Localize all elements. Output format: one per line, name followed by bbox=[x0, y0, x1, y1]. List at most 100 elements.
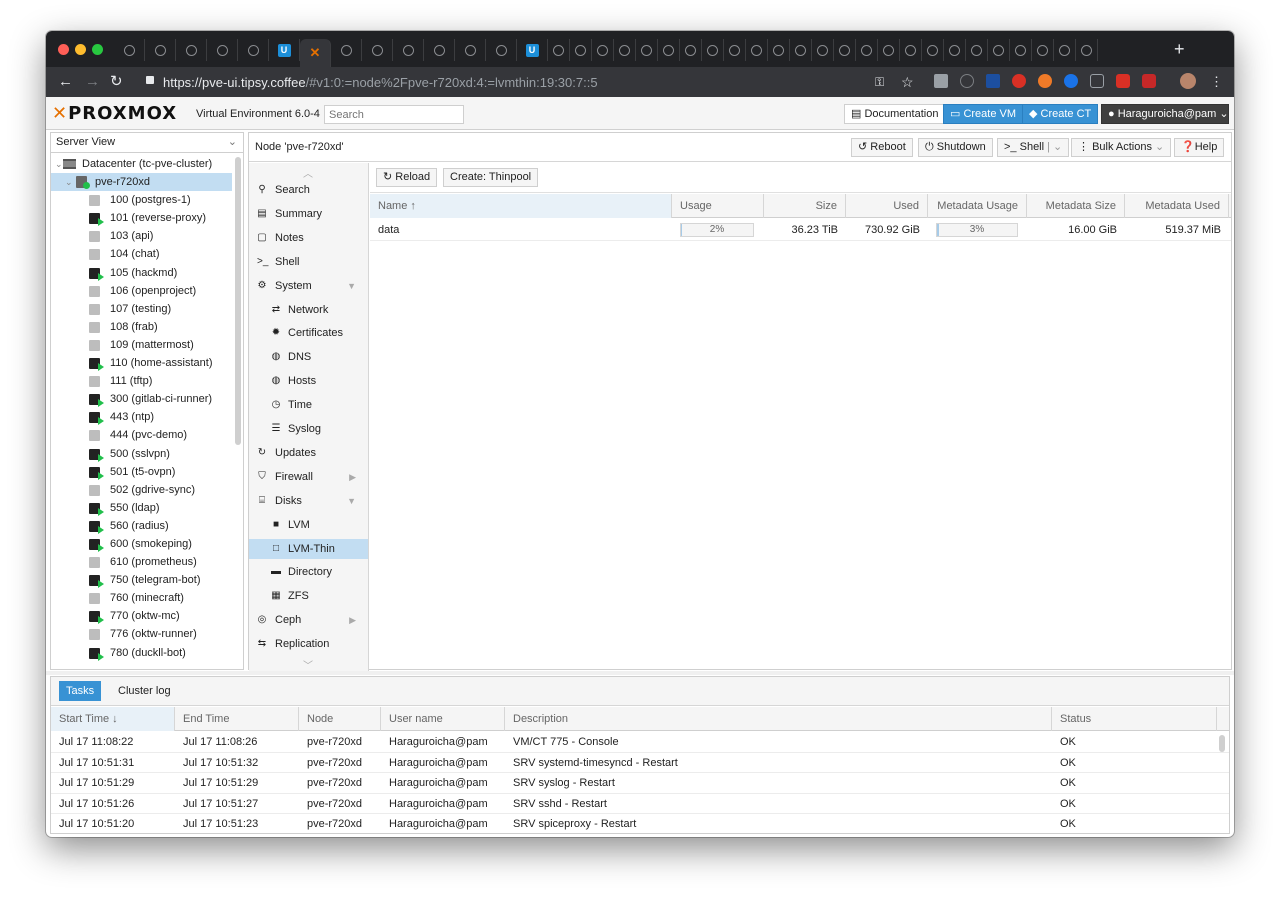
browser-tab[interactable] bbox=[614, 39, 636, 61]
browser-tab[interactable] bbox=[1076, 39, 1098, 61]
browser-tab[interactable] bbox=[944, 39, 966, 61]
browser-tab[interactable] bbox=[636, 39, 658, 61]
tab-cluster-log[interactable]: Cluster log bbox=[111, 681, 178, 701]
browser-tab[interactable] bbox=[768, 39, 790, 61]
browser-tab[interactable] bbox=[238, 39, 269, 61]
tree-guest[interactable]: 500 (sslvpn) bbox=[51, 445, 232, 463]
address-bar[interactable]: https://pve-ui.tipsy.coffee/#v1:0:=node%… bbox=[138, 71, 918, 93]
adblock-extension-icon[interactable] bbox=[1116, 74, 1130, 88]
tree-guest[interactable]: 760 (minecraft) bbox=[51, 589, 232, 607]
column-header[interactable]: Description bbox=[505, 707, 1052, 731]
nav-item-replication[interactable]: ⇆ Replication bbox=[249, 634, 368, 654]
red-extension-icon[interactable] bbox=[1012, 74, 1026, 88]
help-button[interactable]: ❓Help bbox=[1174, 138, 1225, 157]
browser-tab[interactable] bbox=[424, 39, 455, 61]
browser-tab[interactable] bbox=[145, 39, 176, 61]
shell-button[interactable]: >_ Shell | ⌄ bbox=[997, 138, 1070, 157]
column-header[interactable]: Metadata Used bbox=[1125, 194, 1229, 218]
browser-tab[interactable] bbox=[812, 39, 834, 61]
table-row[interactable]: Jul 17 10:51:20 Jul 17 10:51:23 pve-r720xd… bbox=[51, 814, 1229, 833]
new-tab-button[interactable]: + bbox=[1174, 39, 1185, 59]
browser-tab[interactable] bbox=[680, 39, 702, 61]
browser-tab[interactable] bbox=[702, 39, 724, 61]
tree-guest[interactable]: 104 (chat) bbox=[51, 245, 232, 263]
browser-tab-active[interactable]: ✕ bbox=[300, 39, 331, 67]
nav-item-notes[interactable]: ▢ Notes bbox=[249, 228, 368, 248]
tree-guest[interactable]: 600 (smokeping) bbox=[51, 535, 232, 553]
browser-tab[interactable] bbox=[988, 39, 1010, 61]
browser-tab[interactable] bbox=[486, 39, 517, 61]
browser-tab[interactable] bbox=[207, 39, 238, 61]
tree-node[interactable]: ⌄ pve-r720xd bbox=[51, 173, 232, 192]
tree-guest[interactable]: 111 (tftp) bbox=[51, 372, 232, 390]
key-icon[interactable]: ⚿ bbox=[875, 73, 884, 91]
browser-tab[interactable] bbox=[790, 39, 812, 61]
tree-guest[interactable]: 110 (home-assistant) bbox=[51, 354, 232, 372]
profile-avatar[interactable] bbox=[1180, 73, 1196, 89]
tree-guest[interactable]: 105 (hackmd) bbox=[51, 264, 232, 282]
column-header[interactable]: Metadata Usage bbox=[928, 194, 1027, 218]
nav-item-lvm[interactable]: ■ LVM bbox=[249, 515, 368, 535]
tree-guest[interactable]: 776 (oktw-runner) bbox=[51, 625, 232, 643]
tree-guest[interactable]: 444 (pvc-demo) bbox=[51, 426, 232, 444]
tasks-scrollbar[interactable] bbox=[1219, 735, 1225, 752]
browser-tab[interactable]: U bbox=[269, 39, 300, 61]
browser-tab[interactable]: U bbox=[517, 39, 548, 61]
browser-tab[interactable] bbox=[856, 39, 878, 61]
browser-tab[interactable] bbox=[548, 39, 570, 61]
nav-item-time[interactable]: ◷ Time bbox=[249, 395, 368, 415]
browser-menu-icon[interactable]: ⋮ bbox=[1210, 73, 1223, 91]
shutdown-button[interactable]: ⏻ Shutdown bbox=[918, 138, 993, 157]
nav-item-directory[interactable]: ▬ Directory bbox=[249, 562, 368, 582]
tree-guest[interactable]: 108 (frab) bbox=[51, 318, 232, 336]
bookmark-star-icon[interactable]: ☆ bbox=[901, 73, 914, 91]
tree-guest[interactable]: 550 (ldap) bbox=[51, 499, 232, 517]
table-row[interactable]: Jul 17 11:08:22 Jul 17 11:08:26 pve-r720xd… bbox=[51, 732, 1229, 753]
nav-item-summary[interactable]: ▤ Summary bbox=[249, 204, 368, 224]
nav-item-hosts[interactable]: ◍ Hosts bbox=[249, 371, 368, 391]
browser-tab[interactable] bbox=[966, 39, 988, 61]
reboot-button[interactable]: ↺ Reboot bbox=[851, 138, 913, 157]
tree-guest[interactable]: 107 (testing) bbox=[51, 300, 232, 318]
tree-guest[interactable]: 106 (openproject) bbox=[51, 282, 232, 300]
browser-tab[interactable] bbox=[393, 39, 424, 61]
tree-guest[interactable]: 101 (reverse-proxy) bbox=[51, 209, 232, 227]
create-thinpool-button[interactable]: Create: Thinpool bbox=[443, 168, 539, 187]
browser-tab[interactable] bbox=[1010, 39, 1032, 61]
nav-item-lvm-thin[interactable]: □ LVM-Thin bbox=[249, 538, 368, 559]
table-row[interactable]: Jul 17 10:51:31 Jul 17 10:51:32 pve-r720xd… bbox=[51, 753, 1229, 774]
browser-tab[interactable] bbox=[331, 39, 362, 61]
tree-guest[interactable]: 109 (mattermost) bbox=[51, 336, 232, 354]
nav-item-syslog[interactable]: ☰ Syslog bbox=[249, 419, 368, 439]
table-row[interactable]: Jul 17 10:51:26 Jul 17 10:51:27 pve-r720xd… bbox=[51, 794, 1229, 815]
tree-guest[interactable]: 300 (gitlab-ci-runner) bbox=[51, 390, 232, 408]
glasses-extension-icon[interactable] bbox=[1090, 74, 1104, 88]
browser-tab[interactable] bbox=[834, 39, 856, 61]
nav-item-certificates[interactable]: ✹ Certificates bbox=[249, 323, 368, 343]
browser-tab[interactable] bbox=[1032, 39, 1054, 61]
browser-tab[interactable] bbox=[1054, 39, 1076, 61]
create-ct-button[interactable]: ◆ Create CT bbox=[1022, 104, 1099, 124]
nav-item-zfs[interactable]: ▦ ZFS bbox=[249, 586, 368, 606]
tab-tasks[interactable]: Tasks bbox=[59, 681, 102, 701]
browser-tab[interactable] bbox=[922, 39, 944, 61]
column-header[interactable]: Metadata Size bbox=[1027, 194, 1125, 218]
column-header[interactable]: Used bbox=[846, 194, 928, 218]
browser-tab[interactable] bbox=[746, 39, 768, 61]
zoom-window-button[interactable] bbox=[92, 44, 103, 55]
ublock-extension-icon[interactable] bbox=[1142, 74, 1156, 88]
caret-down-icon[interactable]: ▼ bbox=[347, 276, 356, 296]
nav-item-system[interactable]: ⚙ System ▼ bbox=[249, 276, 368, 296]
reload-button[interactable]: ↻ Reload bbox=[376, 168, 438, 187]
tree-scrollbar[interactable] bbox=[235, 157, 241, 445]
browser-tab[interactable] bbox=[900, 39, 922, 61]
forward-icon[interactable]: → bbox=[85, 73, 100, 91]
tree-guest[interactable]: 780 (duckll-bot) bbox=[51, 644, 232, 662]
tree-guest[interactable]: 610 (prometheus) bbox=[51, 553, 232, 571]
tree-guest[interactable]: 103 (api) bbox=[51, 227, 232, 245]
tree-guest[interactable]: 750 (telegram-bot) bbox=[51, 571, 232, 589]
browser-tab[interactable] bbox=[455, 39, 486, 61]
browser-tab[interactable] bbox=[570, 39, 592, 61]
table-row[interactable]: Jul 17 10:51:29 Jul 17 10:51:29 pve-r720xd… bbox=[51, 773, 1229, 794]
nav-item-firewall[interactable]: ⛉ Firewall ▶ bbox=[249, 467, 368, 487]
